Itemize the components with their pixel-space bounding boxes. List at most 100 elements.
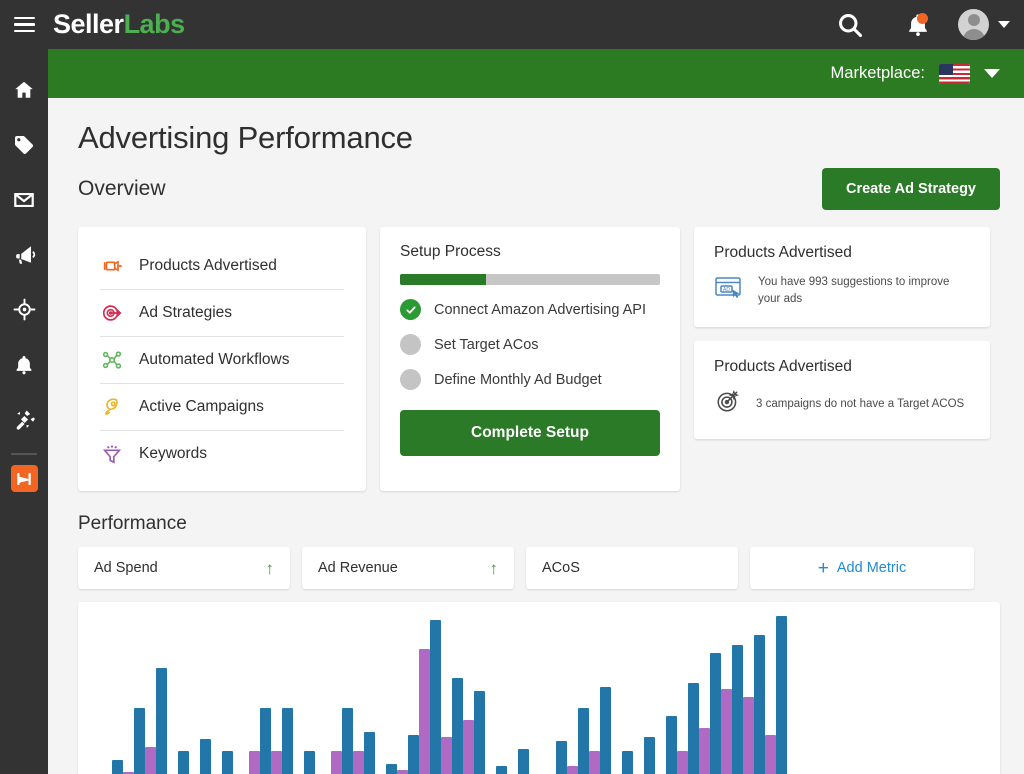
- insight-card-title: Products Advertised: [714, 358, 970, 376]
- metric-label: Ad Revenue: [318, 560, 398, 576]
- setup-step-target-acos[interactable]: Set Target ACos: [400, 334, 660, 355]
- chart-bar[interactable]: [112, 760, 123, 774]
- setup-step-label: Connect Amazon Advertising API: [434, 302, 646, 318]
- chart-bar[interactable]: [260, 708, 271, 774]
- tag-icon: [13, 134, 35, 156]
- arrow-up-icon: ↑: [266, 560, 275, 577]
- chart-bar[interactable]: [430, 620, 441, 774]
- check-circle-icon: [400, 299, 421, 320]
- chart-bar[interactable]: [331, 751, 342, 774]
- chart-bar[interactable]: [282, 708, 293, 774]
- bell-icon[interactable]: [884, 0, 952, 49]
- svg-text:AD: AD: [723, 287, 730, 293]
- setup-step-connect-api[interactable]: Connect Amazon Advertising API: [400, 299, 660, 320]
- app-launcher-icon[interactable]: [11, 465, 38, 492]
- chart-bar[interactable]: [397, 770, 408, 774]
- sidebar-item-targeting[interactable]: [0, 282, 48, 337]
- chart-bar[interactable]: [342, 708, 353, 774]
- chart-bar[interactable]: [474, 691, 485, 774]
- chart-bar[interactable]: [622, 751, 633, 774]
- chart-bar[interactable]: [222, 751, 233, 774]
- chart-bar[interactable]: [353, 751, 364, 774]
- metric-tab-acos[interactable]: ACoS: [526, 547, 738, 589]
- top-navigation-bar: SellerLabs: [0, 0, 1024, 49]
- chart-bar[interactable]: [200, 739, 211, 774]
- us-flag-icon[interactable]: [939, 64, 970, 84]
- sidebar-divider: [11, 453, 37, 455]
- chart-bar[interactable]: [600, 687, 611, 774]
- chart-bar[interactable]: [776, 616, 787, 774]
- chart-bar[interactable]: [710, 653, 721, 774]
- crosshair-icon: [13, 298, 36, 321]
- megaphone-icon: [100, 254, 124, 278]
- chart-bar[interactable]: [644, 737, 655, 774]
- chart-bar[interactable]: [419, 649, 430, 774]
- insight-cards-column: Products Advertised AD You have 993 s: [694, 227, 990, 491]
- chart-bar[interactable]: [408, 735, 419, 774]
- setup-step-monthly-budget[interactable]: Define Monthly Ad Budget: [400, 369, 660, 390]
- chart-bar[interactable]: [578, 708, 589, 774]
- envelope-icon: [13, 189, 35, 211]
- page-title: Advertising Performance: [78, 120, 1000, 156]
- chart-bar[interactable]: [666, 716, 677, 774]
- chart-bar[interactable]: [754, 635, 765, 774]
- create-ad-strategy-button[interactable]: Create Ad Strategy: [822, 168, 1000, 210]
- chart-bar[interactable]: [304, 751, 315, 774]
- chart-bar[interactable]: [518, 749, 529, 774]
- quick-link-automated-workflows[interactable]: Automated Workflows: [100, 337, 344, 384]
- insight-card-target-acos[interactable]: Products Advertised 3 campaigns do not h…: [694, 341, 990, 439]
- setup-process-title: Setup Process: [400, 243, 660, 261]
- quick-link-ad-strategies[interactable]: Ad Strategies: [100, 290, 344, 337]
- account-menu[interactable]: [952, 9, 1010, 40]
- sidebar-item-integrations[interactable]: [0, 392, 48, 447]
- chart-bar[interactable]: [463, 720, 474, 774]
- sidebar-item-mail[interactable]: [0, 172, 48, 227]
- chart-bar[interactable]: [688, 683, 699, 774]
- insight-card-suggestions[interactable]: Products Advertised AD You have 993 s: [694, 227, 990, 327]
- seller-labs-logo[interactable]: SellerLabs: [53, 9, 185, 40]
- chart-bar[interactable]: [589, 751, 600, 774]
- sidebar-item-alerts[interactable]: [0, 337, 48, 392]
- chart-bar[interactable]: [452, 678, 463, 774]
- chart-bar[interactable]: [732, 645, 743, 774]
- chart-bar[interactable]: [721, 689, 732, 774]
- chart-bar[interactable]: [156, 668, 167, 774]
- quick-link-products-advertised[interactable]: Products Advertised: [100, 243, 344, 290]
- quick-link-active-campaigns[interactable]: Active Campaigns: [100, 384, 344, 431]
- chart-bar[interactable]: [699, 728, 710, 774]
- chevron-down-icon[interactable]: [984, 69, 1000, 78]
- chart-bar[interactable]: [249, 751, 260, 774]
- chart-bar[interactable]: [677, 751, 688, 774]
- rocket-icon: [100, 395, 124, 419]
- add-metric-button[interactable]: + Add Metric: [750, 547, 974, 589]
- setup-progress-bar: [400, 274, 660, 285]
- hamburger-menu-icon[interactable]: [0, 0, 48, 49]
- chart-bar[interactable]: [496, 766, 507, 774]
- chart-bar[interactable]: [386, 764, 397, 774]
- metric-label: Ad Spend: [94, 560, 158, 576]
- chart-bar[interactable]: [441, 737, 452, 774]
- chart-bar[interactable]: [567, 766, 578, 774]
- metric-tab-ad-spend[interactable]: Ad Spend ↑: [78, 547, 290, 589]
- chart-bar[interactable]: [765, 735, 776, 774]
- metric-tab-ad-revenue[interactable]: Ad Revenue ↑: [302, 547, 514, 589]
- search-icon[interactable]: [816, 0, 884, 49]
- quick-link-keywords[interactable]: Keywords: [100, 431, 344, 477]
- setup-step-label: Set Target ACos: [434, 337, 539, 353]
- empty-circle-icon: [400, 334, 421, 355]
- target-icon: [100, 301, 124, 325]
- quick-link-label: Products Advertised: [139, 257, 277, 275]
- chart-bar[interactable]: [178, 751, 189, 774]
- chart-bar[interactable]: [271, 751, 282, 774]
- chart-bar[interactable]: [364, 732, 375, 774]
- chart-bar[interactable]: [743, 697, 754, 774]
- sidebar-item-tag[interactable]: [0, 117, 48, 172]
- chart-bar[interactable]: [556, 741, 567, 774]
- sidebar-item-advertising[interactable]: [0, 227, 48, 282]
- insight-card-text: You have 993 suggestions to improve your…: [758, 274, 970, 307]
- chart-bar[interactable]: [134, 708, 145, 774]
- chart-bar[interactable]: [145, 747, 156, 774]
- sidebar-item-home[interactable]: [0, 62, 48, 117]
- main-content: Advertising Performance Overview Create …: [48, 98, 1024, 774]
- complete-setup-button[interactable]: Complete Setup: [400, 410, 660, 456]
